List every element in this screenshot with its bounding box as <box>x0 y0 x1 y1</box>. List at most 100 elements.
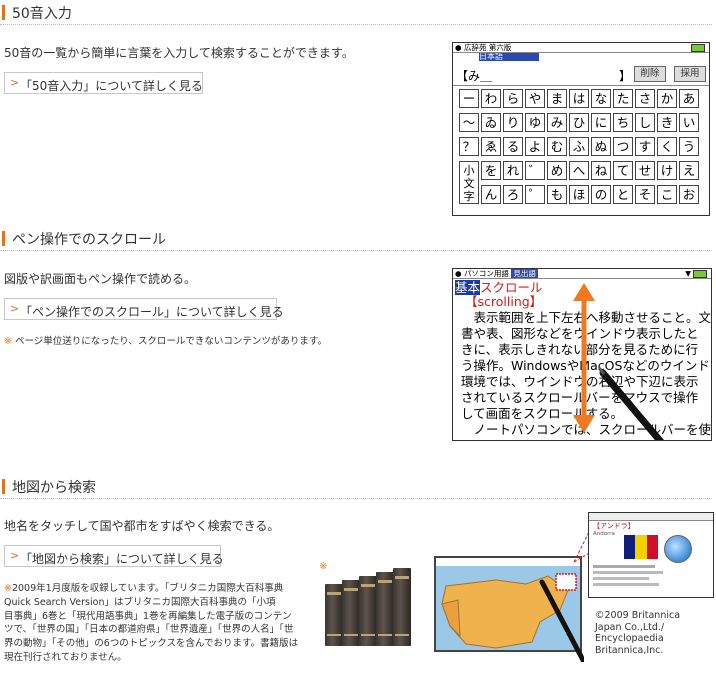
kana-key[interactable]: え <box>679 161 699 180</box>
kana-key[interactable]: に <box>591 113 611 132</box>
note-line: 現在刊行されておりません。 <box>4 651 127 663</box>
kana-keyboard: ーわらやまはなたさかあ ～ゐりゆみひにちしきい ？ゑるよむふぬつすくうをれ゛めへねて… <box>459 89 705 209</box>
kana-key[interactable]: た <box>613 89 633 108</box>
kana-key[interactable]: く <box>657 137 677 156</box>
more-map-button[interactable]: > 「地図から検索」について詳しく見る <box>4 545 224 567</box>
pen-scroll-note: ※ ページ単位送りになったり、スクロールできないコンテンツがあります。 <box>4 335 327 349</box>
kana-key[interactable]: け <box>657 161 677 180</box>
country-title: 【アンドラ】 <box>593 522 635 530</box>
kana-key[interactable]: そ <box>635 185 655 204</box>
kana-key[interactable]: か <box>657 89 677 108</box>
kana-key[interactable]: な <box>591 89 611 108</box>
country-popup-screen: 【アンドラ】 Andorra <box>588 512 714 598</box>
section-heading: 地図から検索 <box>12 480 96 496</box>
kana-key[interactable]: ん <box>481 185 501 204</box>
britannica-note: ※2009年1月度版を収録しています。「ブリタニカ国際大百科事典 Quick Se… <box>4 582 304 665</box>
note-mark: ※ <box>4 336 12 347</box>
button-label: 「ペン操作でのスクロール」について詳しく見る <box>20 305 284 319</box>
kana-key[interactable]: ゐ <box>481 113 501 132</box>
kana-key[interactable]: し <box>635 113 655 132</box>
kana-key[interactable]: せ <box>635 161 655 180</box>
kana-key[interactable]: わ <box>481 89 501 108</box>
kana-key[interactable]: と <box>613 185 633 204</box>
kana-key[interactable]: き <box>657 113 677 132</box>
chevron-right-icon: > <box>10 549 20 562</box>
book-volume <box>359 576 377 646</box>
kana-key[interactable]: む <box>547 137 567 156</box>
kana-key[interactable]: ～ <box>459 113 479 132</box>
section-heading: ペン操作でのスクロール <box>12 232 166 248</box>
kana-key[interactable]: ね <box>591 161 611 180</box>
title-accent-bar <box>2 5 5 20</box>
note-text: ページ単位送りになったり、スクロールできないコンテンツがあります。 <box>15 336 327 347</box>
battery-icon <box>691 44 705 52</box>
chevron-right-icon: > <box>10 302 20 315</box>
small-char-label: 小 <box>463 164 475 177</box>
note-mark: ※ <box>4 583 12 594</box>
book-volume <box>376 572 394 646</box>
kana-key[interactable]: を <box>481 161 501 180</box>
more-pen-scroll-button[interactable]: > 「ペン操作でのスクロール」について詳しく見る <box>4 298 284 320</box>
adopt-button[interactable]: 採用 <box>674 66 706 82</box>
kana-key[interactable]: ー <box>459 89 479 108</box>
kana-key[interactable]: れ <box>503 161 523 180</box>
bullet-icon: ● <box>455 43 462 52</box>
screen-header <box>589 513 713 521</box>
note-line: 目事典」6巻と「現代用語事典」1巻を再編集した電子版のコンテン <box>4 610 292 622</box>
button-label: 「地図から検索」について詳しく見る <box>20 552 224 566</box>
kana-key[interactable]: ふ <box>569 137 589 156</box>
kana-key[interactable]: ほ <box>569 185 589 204</box>
book-volume <box>393 568 411 646</box>
section-heading: 50音入力 <box>12 6 72 22</box>
search-input[interactable]: 【み＿ <box>456 67 492 84</box>
kana-key[interactable]: ゆ <box>525 113 545 132</box>
kana-key[interactable]: や <box>525 89 545 108</box>
small-char-key[interactable]: 小文字 <box>459 161 479 204</box>
kana-key[interactable]: る <box>503 137 523 156</box>
delete-button[interactable]: 削除 <box>634 66 666 82</box>
kana-key[interactable]: こ <box>657 185 677 204</box>
kana-key[interactable]: い <box>679 113 699 132</box>
device-screen-50on: ● 広辞苑 第六版 日本語 【み＿ 】 削除 採用 ーわらやまはなたさかあ ～ゐり… <box>452 42 710 216</box>
title-accent-bar <box>2 479 5 494</box>
kana-key[interactable]: ひ <box>569 113 589 132</box>
device-screen-scroll: ● パソコン用語 見出語 ▼ 基本スクロール 【scrolling】 表示範囲を… <box>452 268 712 441</box>
kana-key[interactable]: み <box>547 113 567 132</box>
copyright-text: ©2009 Britannica Japan Co.,Ltd./Encyclopa… <box>595 610 680 656</box>
kana-key[interactable]: さ <box>635 89 655 108</box>
kana-key[interactable]: て <box>613 161 633 180</box>
kana-key[interactable]: も <box>547 185 567 204</box>
kana-key[interactable]: り <box>503 113 523 132</box>
andorra-flag-icon <box>624 535 658 559</box>
title-accent-bar <box>2 231 5 246</box>
kana-key[interactable]: ろ <box>503 185 523 204</box>
kana-key[interactable]: の <box>591 185 611 204</box>
kana-key[interactable]: つ <box>613 137 633 156</box>
kana-key[interactable]: ゜ <box>525 185 545 204</box>
kana-key[interactable]: ？ <box>459 137 479 156</box>
book-volume <box>342 580 360 646</box>
kana-key[interactable]: ゑ <box>481 137 501 156</box>
kana-key[interactable]: ら <box>503 89 523 108</box>
kana-key[interactable]: う <box>679 137 699 156</box>
input-bracket: 】 <box>619 69 632 83</box>
scroll-arrow-icon <box>573 283 595 433</box>
kana-key[interactable]: ゛ <box>525 161 545 180</box>
kana-key[interactable]: す <box>635 137 655 156</box>
scroll-gesture-overlay <box>573 283 664 440</box>
copyright-line: Japan Co.,Ltd./ <box>595 621 665 633</box>
small-char-label: 文 <box>463 177 475 190</box>
kana-key[interactable]: ぬ <box>591 137 611 156</box>
tab-japanese[interactable]: 日本語 <box>479 53 539 61</box>
kana-key[interactable]: ま <box>547 89 567 108</box>
more-50on-button[interactable]: > 「50音入力」について詳しく見る <box>4 72 203 94</box>
note-line: 2009年1月度版を収録しています。「ブリタニカ国際大百科事典 <box>11 583 284 594</box>
kana-key[interactable]: あ <box>679 89 699 108</box>
kana-key[interactable]: よ <box>525 137 545 156</box>
kana-key[interactable]: へ <box>569 161 589 180</box>
kana-key[interactable]: は <box>569 89 589 108</box>
kana-key[interactable]: ち <box>613 113 633 132</box>
kana-key[interactable]: お <box>679 185 699 204</box>
book-volume <box>325 584 343 646</box>
kana-key[interactable]: め <box>547 161 567 180</box>
